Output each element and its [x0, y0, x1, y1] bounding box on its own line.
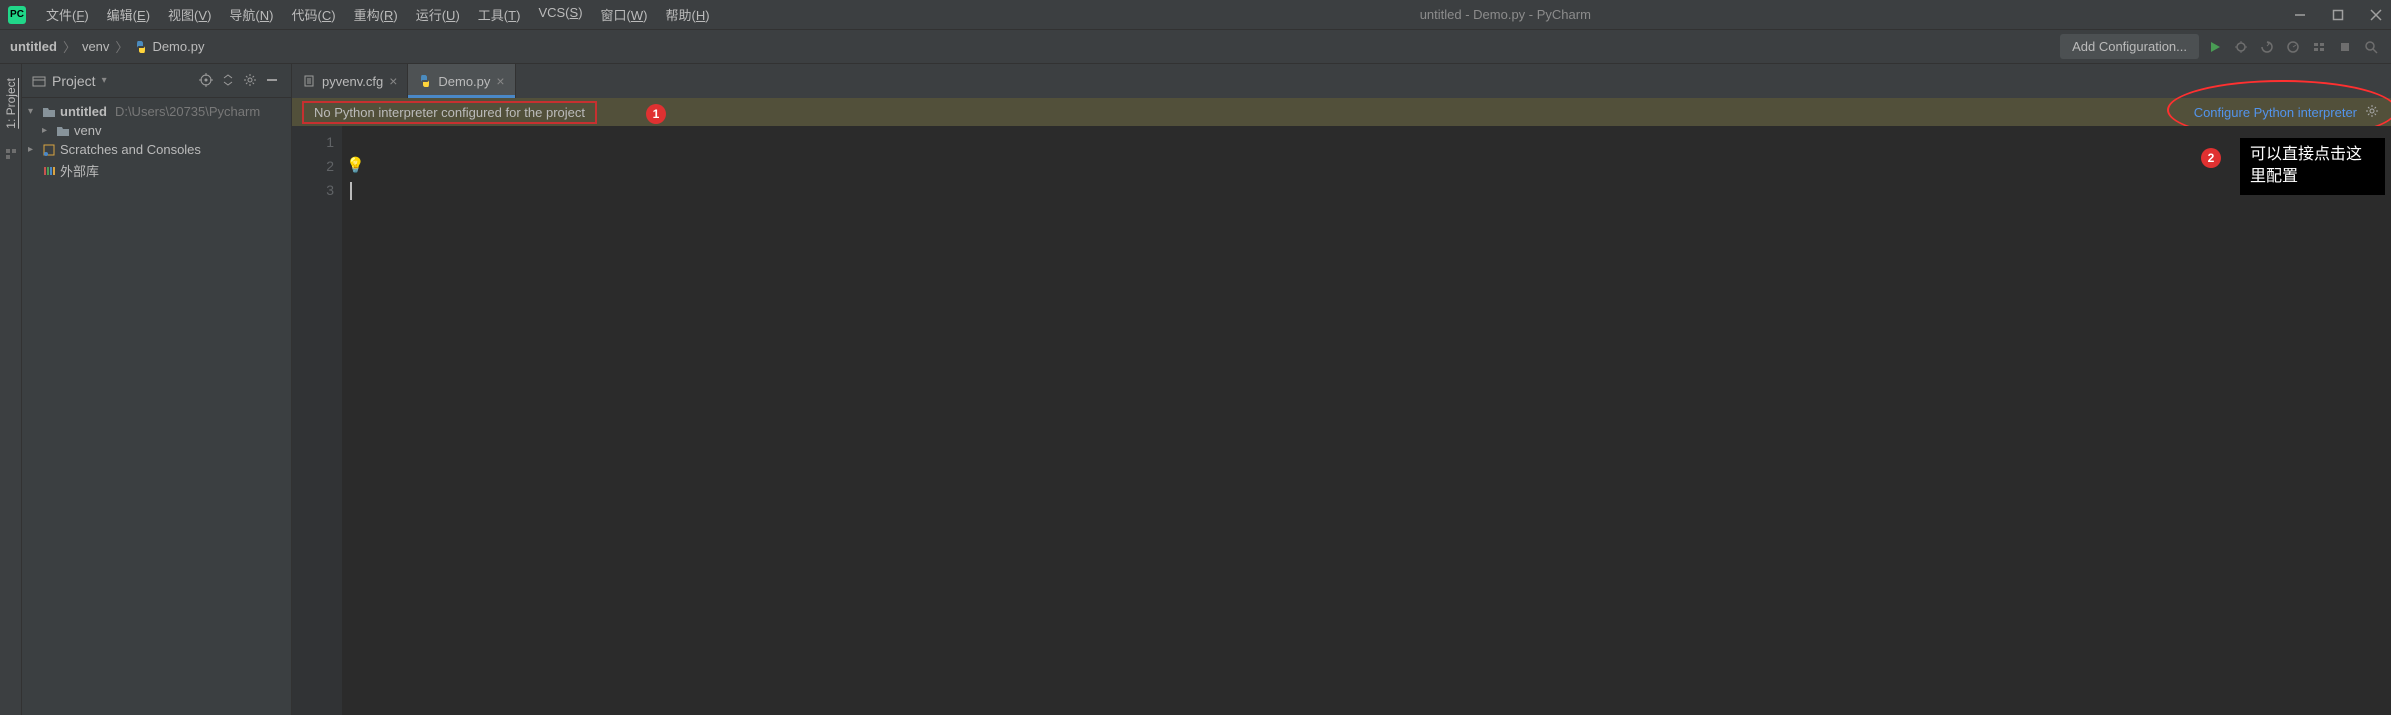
project-panel-header: Project ▾ — [22, 64, 291, 98]
tree-scratches-label: Scratches and Consoles — [60, 142, 201, 157]
annotation-badge-1: 1 — [646, 104, 666, 124]
close-icon[interactable]: × — [496, 73, 504, 89]
annotation-badge-2: 2 — [2201, 148, 2221, 168]
app-icon: PC — [8, 6, 26, 24]
toolbar-right: Add Configuration... — [2060, 34, 2381, 59]
intention-bulb-icon[interactable]: 💡 — [346, 154, 365, 178]
close-icon[interactable]: × — [389, 73, 397, 89]
menu-tools[interactable]: 工具(T) — [470, 1, 529, 28]
search-icon[interactable] — [2361, 37, 2381, 57]
chevron-right-icon: 〉 — [63, 37, 76, 56]
tree-root[interactable]: ▾ untitled D:\Users\20735\Pycharm — [22, 102, 291, 121]
debug-icon[interactable] — [2231, 37, 2251, 57]
tree-scratches[interactable]: ▸ Scratches and Consoles — [22, 140, 291, 159]
line-number: 3 — [292, 178, 334, 202]
menu-window[interactable]: 窗口(W) — [593, 1, 656, 28]
breadcrumb-file[interactable]: Demo.py — [134, 39, 204, 54]
menu-code[interactable]: 代码(C) — [284, 1, 344, 28]
line-number: 2 — [292, 154, 334, 178]
navigation-bar: untitled 〉 venv 〉 Demo.py Add Configurat… — [0, 30, 2391, 64]
python-icon — [418, 74, 432, 88]
window-controls — [2293, 8, 2383, 22]
text-cursor — [350, 182, 352, 200]
project-view-icon — [32, 74, 46, 88]
close-icon[interactable] — [2369, 8, 2383, 22]
gear-icon[interactable] — [2365, 104, 2381, 120]
menu-run[interactable]: 运行(U) — [408, 1, 468, 28]
editor-body[interactable]: 1 2 3 💡 — [292, 126, 2391, 715]
run-icon[interactable] — [2205, 37, 2225, 57]
tree-venv-label: venv — [74, 123, 101, 138]
chevron-down-icon: ▾ — [28, 106, 38, 117]
left-tool-strip: 1: Project — [0, 64, 22, 715]
configure-interpreter-link[interactable]: Configure Python interpreter — [2194, 105, 2357, 120]
project-tree: ▾ untitled D:\Users\20735\Pycharm ▸ venv… — [22, 98, 291, 186]
libraries-icon — [42, 164, 56, 178]
line-number: 1 — [292, 130, 334, 154]
menu-file[interactable]: 文件(F) — [38, 1, 97, 28]
locate-icon[interactable] — [199, 73, 215, 89]
menu-edit[interactable]: 编辑(E) — [99, 1, 158, 28]
menu-bar: 文件(F) 编辑(E) 视图(V) 导航(N) 代码(C) 重构(R) 运行(U… — [38, 1, 718, 28]
maximize-icon[interactable] — [2331, 8, 2345, 22]
chevron-right-icon: ▸ — [28, 144, 38, 155]
menu-vcs[interactable]: VCS(S) — [530, 1, 590, 28]
structure-tool-icon[interactable] — [4, 147, 18, 161]
project-panel-title[interactable]: Project — [52, 73, 96, 89]
chevron-right-icon: 〉 — [115, 37, 128, 56]
stop-icon[interactable] — [2335, 37, 2355, 57]
code-area[interactable]: 💡 — [342, 126, 2391, 715]
tree-external-libs[interactable]: 外部库 — [22, 159, 291, 182]
main-area: 1: Project Project ▾ ▾ untitled D:\Users… — [0, 64, 2391, 715]
chevron-down-icon[interactable]: ▾ — [102, 75, 107, 86]
hide-icon[interactable] — [265, 73, 281, 89]
folder-icon — [42, 105, 56, 119]
run-with-coverage-icon[interactable] — [2257, 37, 2277, 57]
tab-pyvenv[interactable]: pyvenv.cfg × — [292, 64, 408, 98]
scratches-icon — [42, 143, 56, 157]
tab-label: pyvenv.cfg — [322, 74, 383, 89]
menu-view[interactable]: 视图(V) — [160, 1, 219, 28]
expand-all-icon[interactable] — [221, 73, 237, 89]
minimize-icon[interactable] — [2293, 8, 2307, 22]
tree-root-path: D:\Users\20735\Pycharm — [115, 104, 260, 119]
folder-icon — [56, 124, 70, 138]
editor-tabs: pyvenv.cfg × Demo.py × — [292, 64, 2391, 98]
python-icon — [134, 40, 148, 54]
breadcrumb: untitled 〉 venv 〉 Demo.py — [10, 37, 204, 56]
tree-venv[interactable]: ▸ venv — [22, 121, 291, 140]
project-panel: Project ▾ ▾ untitled D:\Users\20735\Pych… — [22, 64, 292, 715]
line-gutter: 1 2 3 — [292, 126, 342, 715]
menu-refactor[interactable]: 重构(R) — [346, 1, 406, 28]
tree-external-label: 外部库 — [60, 161, 99, 180]
window-title: untitled - Demo.py - PyCharm — [718, 7, 2293, 22]
project-tool-tab[interactable]: 1: Project — [2, 70, 20, 137]
add-configuration-button[interactable]: Add Configuration... — [2060, 34, 2199, 59]
breadcrumb-venv[interactable]: venv — [82, 39, 109, 54]
interpreter-warning-banner: No Python interpreter configured for the… — [292, 98, 2391, 126]
breadcrumb-root[interactable]: untitled — [10, 39, 57, 54]
tab-label: Demo.py — [438, 74, 490, 89]
file-icon — [302, 74, 316, 88]
profiler-icon[interactable] — [2283, 37, 2303, 57]
menu-navigate[interactable]: 导航(N) — [221, 1, 281, 28]
editor-area: pyvenv.cfg × Demo.py × No Python interpr… — [292, 64, 2391, 715]
concurrency-icon[interactable] — [2309, 37, 2329, 57]
gear-icon[interactable] — [243, 73, 259, 89]
annotation-tooltip: 可以直接点击这里配置 — [2240, 138, 2385, 195]
tab-demo[interactable]: Demo.py × — [408, 64, 515, 98]
tree-root-label: untitled — [60, 104, 107, 119]
title-bar: PC 文件(F) 编辑(E) 视图(V) 导航(N) 代码(C) 重构(R) 运… — [0, 0, 2391, 30]
menu-help[interactable]: 帮助(H) — [658, 1, 718, 28]
banner-message: No Python interpreter configured for the… — [302, 101, 597, 124]
chevron-right-icon: ▸ — [42, 125, 52, 136]
